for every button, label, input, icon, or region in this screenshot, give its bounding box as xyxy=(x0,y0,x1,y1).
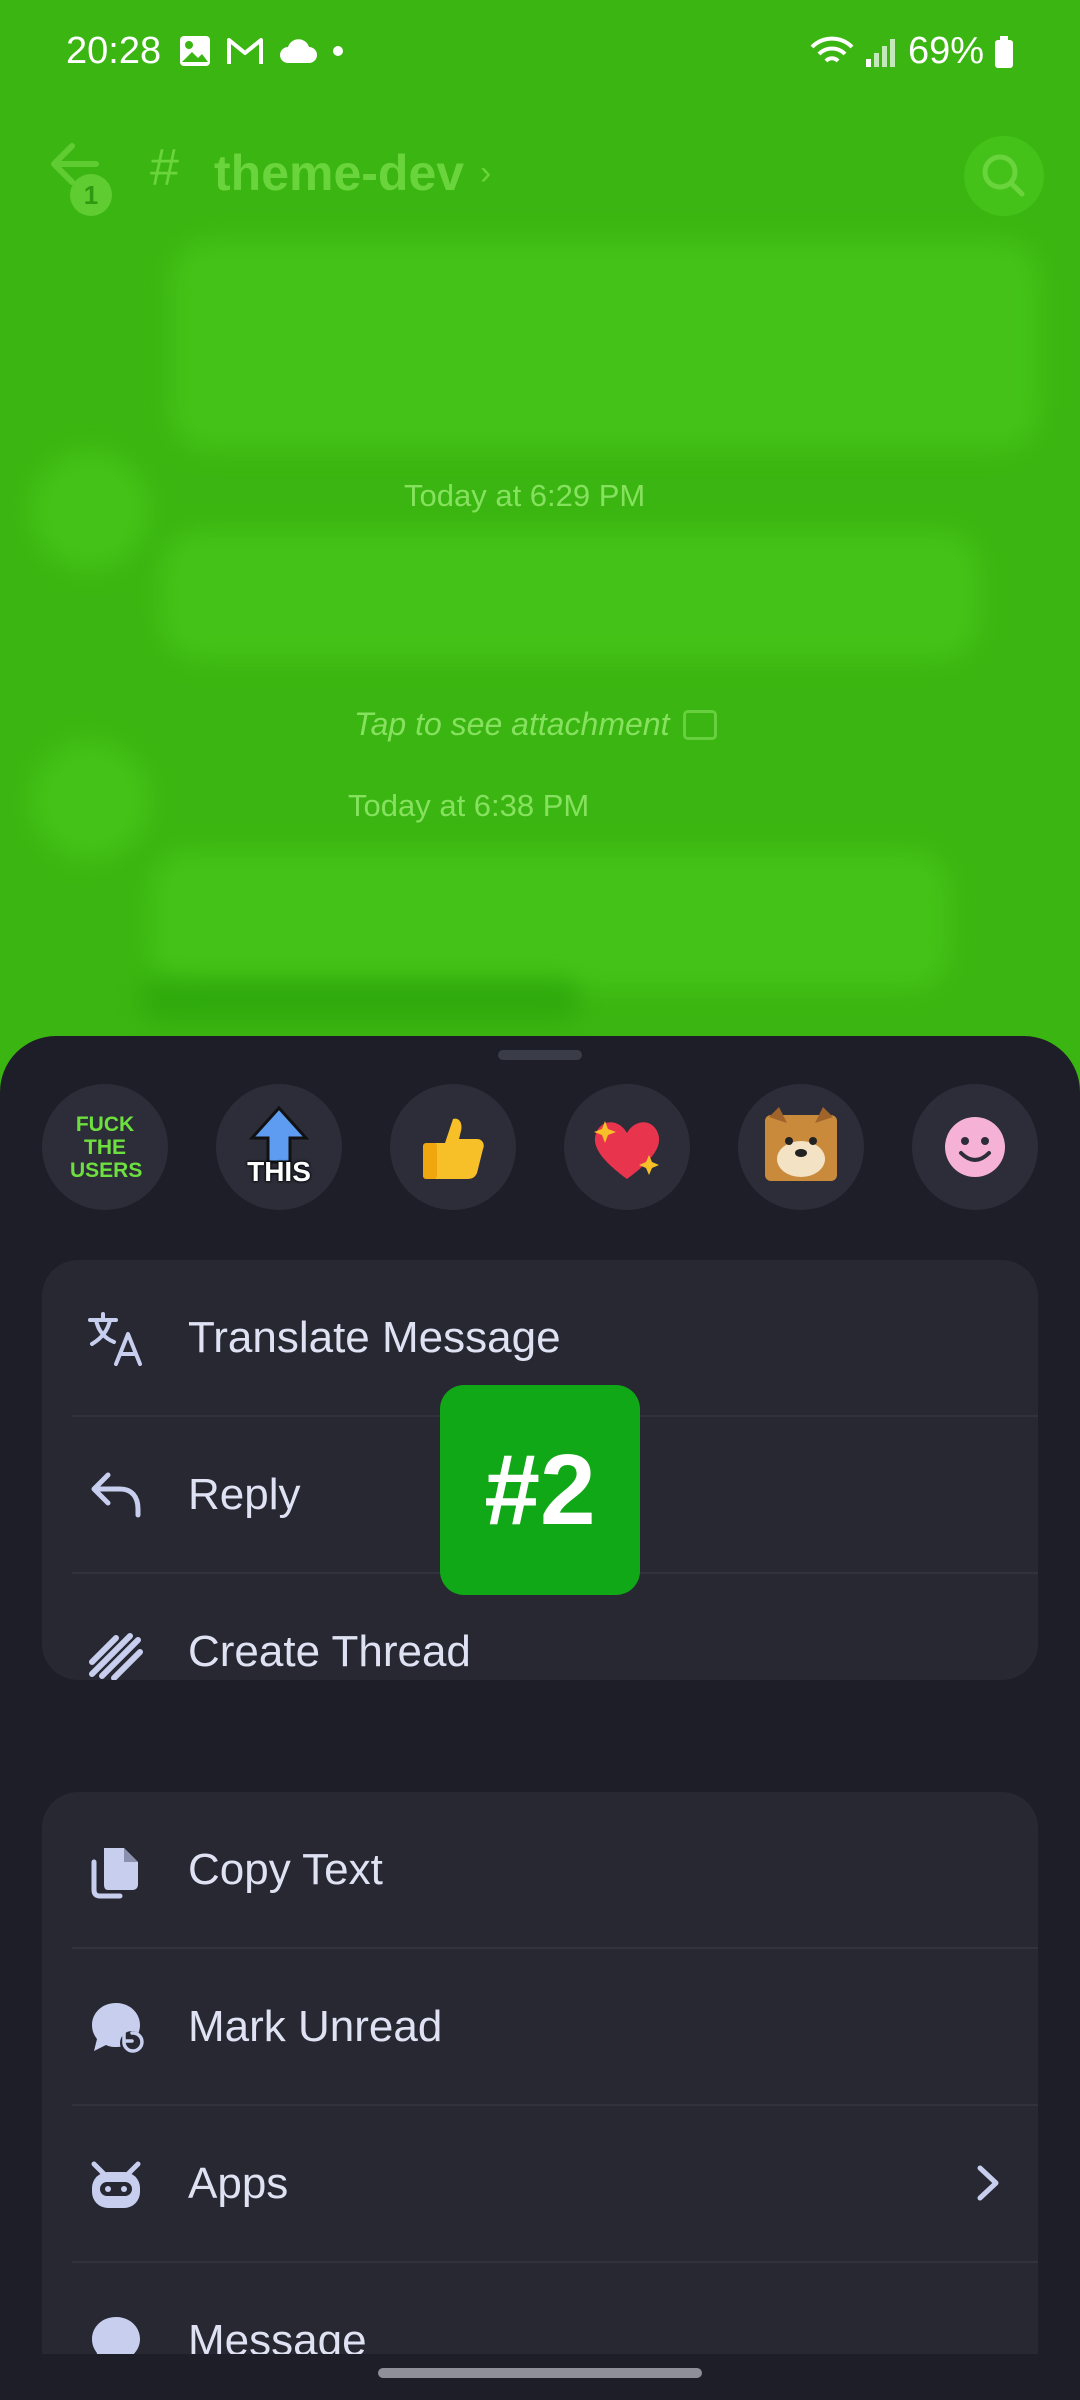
signal-icon xyxy=(865,38,895,67)
reply-label: Reply xyxy=(188,1470,301,1519)
apps-label: Apps xyxy=(188,2159,289,2208)
channel-chevron-icon: › xyxy=(480,154,492,192)
chevron-right-icon xyxy=(977,2165,999,2201)
avatar xyxy=(30,740,150,860)
sparkling-heart-emoji-button[interactable] xyxy=(564,1084,690,1210)
smiley-icon xyxy=(945,1117,1005,1177)
status-bar: 20:28 69% xyxy=(0,0,1080,110)
fuck-the-users-emoji: FUCK THE USERS xyxy=(70,1112,143,1182)
chat-messages: Today at 6:29 PM Tap to see attachment T… xyxy=(0,240,1080,1040)
create-thread-label: Create Thread xyxy=(188,1627,471,1676)
notification-badge: 1 xyxy=(70,174,112,216)
system-status: 69% xyxy=(810,30,1014,73)
avatar xyxy=(30,450,150,570)
channel-header: 1 # theme-dev › xyxy=(0,110,1080,240)
thumbs-up-icon xyxy=(423,1118,484,1179)
copy-text-item[interactable]: Copy Text xyxy=(42,1792,1038,1948)
mark-unread-icon xyxy=(92,2003,144,2055)
image-icon xyxy=(683,709,718,740)
notification-icons xyxy=(178,34,344,68)
dot-notification-icon xyxy=(333,46,343,56)
gmail-notification-icon xyxy=(227,38,263,64)
overlay-label: #2 xyxy=(440,1385,640,1595)
search-button[interactable] xyxy=(964,136,1044,216)
status-time: 20:28 xyxy=(66,30,162,72)
translate-message-label: Translate Message xyxy=(188,1313,561,1362)
message-timestamp: Today at 6:29 PM xyxy=(404,478,646,513)
channel-name[interactable]: theme-dev xyxy=(214,144,464,202)
message-actions-sheet: FUCK THE USERS THIS Translate Message Repl… xyxy=(0,1036,1080,2400)
wifi-icon xyxy=(810,36,854,63)
copy-icon xyxy=(91,1848,138,1899)
battery-percent: 69% xyxy=(907,30,984,72)
attachment-text: Tap to see attachment xyxy=(354,706,670,742)
fuck-the-users-emoji-button[interactable]: FUCK THE USERS xyxy=(42,1084,168,1210)
message-timestamp: Today at 6:38 PM xyxy=(348,788,590,823)
thread-icon xyxy=(89,1633,143,1680)
secondary-actions-card: Copy Text Mark Unread Apps Message xyxy=(42,1792,1038,2400)
blurred-message xyxy=(160,530,980,660)
battery-icon xyxy=(995,35,1013,68)
this-arrow-emoji-button[interactable]: THIS xyxy=(216,1084,342,1210)
sparkling-heart-icon xyxy=(594,1121,660,1179)
reply-icon xyxy=(91,1472,141,1518)
doge-icon xyxy=(765,1107,837,1181)
channel-hash-icon: # xyxy=(150,139,179,197)
add-reaction-emoji-button[interactable] xyxy=(912,1084,1038,1210)
attachment-link[interactable]: Tap to see attachment xyxy=(354,706,718,743)
copy-text-label: Copy Text xyxy=(188,1845,383,1894)
cloud-notification-icon xyxy=(280,39,317,63)
blurred-message xyxy=(150,850,950,990)
thumbs-up-emoji-button[interactable] xyxy=(390,1084,516,1210)
home-gesture-bar[interactable] xyxy=(378,2368,702,2378)
sheet-drag-handle[interactable] xyxy=(498,1050,582,1060)
gallery-notification-icon xyxy=(180,36,210,66)
mark-unread-label: Mark Unread xyxy=(188,2002,443,2051)
this-emoji-label: THIS xyxy=(247,1156,311,1187)
blurred-message xyxy=(170,240,1040,450)
apps-icon xyxy=(91,2161,141,2208)
mark-unread-item[interactable]: Mark Unread xyxy=(42,1949,1038,2105)
doge-emoji-button[interactable] xyxy=(738,1084,864,1210)
blurred-embed xyxy=(140,980,580,1020)
navigation-bar xyxy=(0,2354,1080,2400)
search-icon xyxy=(982,154,1025,197)
quick-reactions: FUCK THE USERS THIS xyxy=(42,1084,1038,1210)
apps-item[interactable]: Apps xyxy=(42,2106,1038,2262)
translate-icon xyxy=(88,1312,142,1366)
